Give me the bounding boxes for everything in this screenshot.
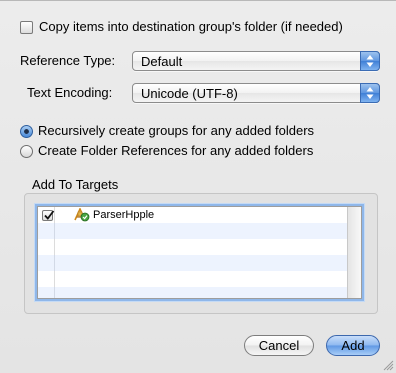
popup-arrows-icon xyxy=(360,83,380,103)
add-to-targets-label: Add To Targets xyxy=(32,177,119,192)
table-row xyxy=(38,287,361,298)
text-encoding-popup[interactable]: Unicode (UTF-8) xyxy=(132,83,380,103)
radio-folder-references-label[interactable]: Create Folder References for any added f… xyxy=(38,143,313,159)
table-row xyxy=(38,255,361,271)
cancel-button[interactable]: Cancel xyxy=(244,335,314,356)
table-row[interactable]: ParserHpple xyxy=(38,207,361,223)
add-button[interactable]: Add xyxy=(326,335,380,356)
targets-table[interactable]: ParserHpple xyxy=(37,206,362,299)
copy-items-label[interactable]: Copy items into destination group's fold… xyxy=(39,19,343,35)
radio-recursive-groups-label[interactable]: Recursively create groups for any added … xyxy=(38,123,314,139)
resize-grip-icon[interactable] xyxy=(383,360,394,371)
reference-type-label: Reference Type: xyxy=(20,53,116,68)
text-encoding-value: Unicode (UTF-8) xyxy=(141,86,238,101)
target-checkbox[interactable] xyxy=(42,210,55,221)
popup-arrows-icon xyxy=(360,51,380,71)
add-files-sheet: Copy items into destination group's fold… xyxy=(0,0,396,373)
reference-type-value: Default xyxy=(141,54,183,69)
radio-folder-references[interactable] xyxy=(20,145,33,158)
radio-recursive-groups[interactable] xyxy=(20,125,33,138)
checkmark-icon xyxy=(44,210,55,220)
table-row xyxy=(38,271,361,287)
target-name: ParserHpple xyxy=(93,209,155,221)
table-row xyxy=(38,239,361,255)
table-scrollbar[interactable] xyxy=(347,207,361,298)
reference-type-popup[interactable]: Default xyxy=(132,51,380,71)
table-row xyxy=(38,223,361,239)
copy-items-checkbox[interactable] xyxy=(20,21,33,34)
text-encoding-label: Text Encoding: xyxy=(27,85,113,100)
